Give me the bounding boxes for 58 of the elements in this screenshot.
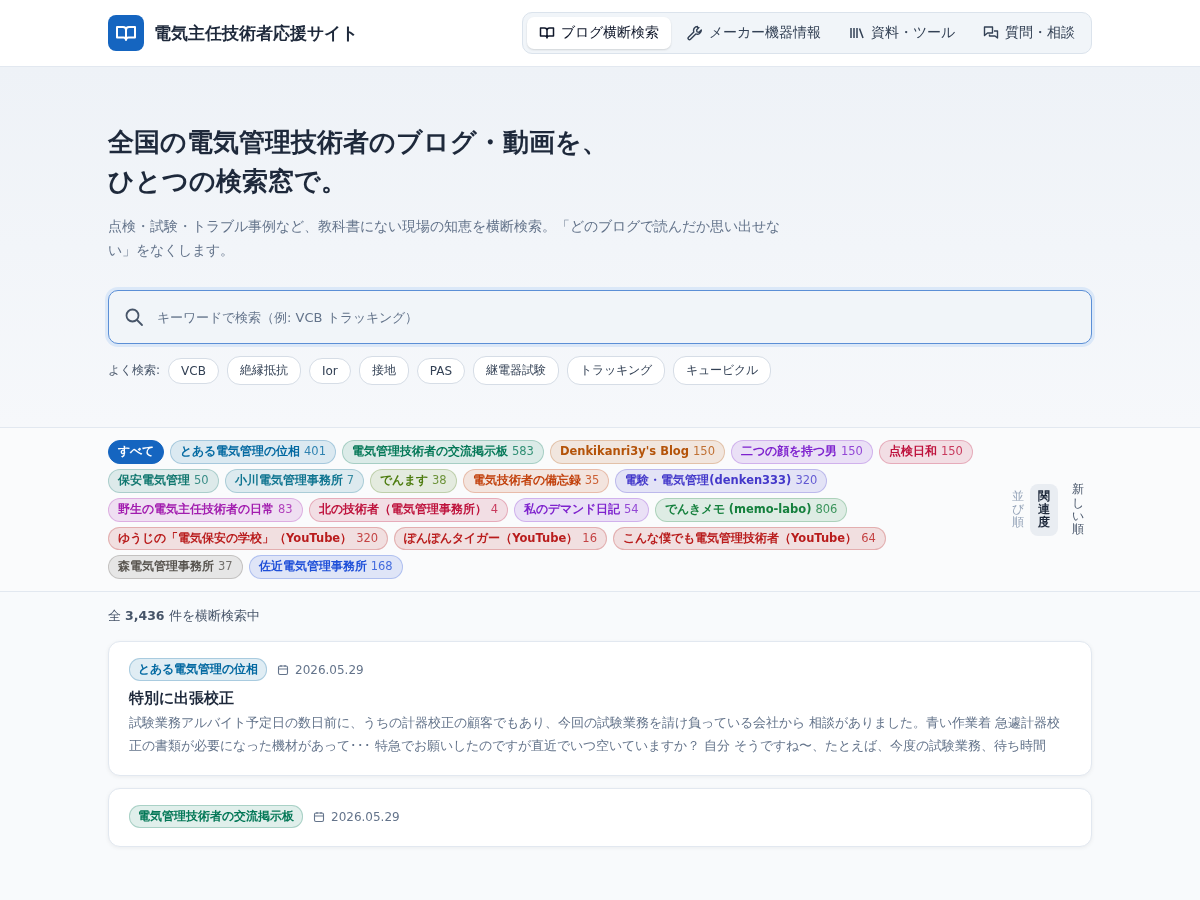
all-filter-chip[interactable]: すべて <box>108 440 164 465</box>
post-date: 2026.05.29 <box>295 662 364 677</box>
keyword-chip[interactable]: 絶縁抵抗 <box>226 356 301 386</box>
source-filter-chip[interactable]: 保安電気管理 50 <box>108 469 219 493</box>
calendar-icon <box>313 810 325 823</box>
nav-tab[interactable]: メーカー機器情報 <box>675 17 833 49</box>
keyword-chip[interactable]: PAS <box>416 357 465 384</box>
source-filter-chip[interactable]: 野生の電気主任技術者の日常 83 <box>108 497 303 522</box>
popular-label: よく検索: <box>108 362 161 380</box>
library-icon <box>849 25 865 41</box>
search-field[interactable]: キーワードで検索（例: VCB トラッキング） <box>108 290 1092 345</box>
keyword-chip[interactable]: 継電器試験 <box>473 356 559 386</box>
headline: 全国の電気管理技術者のブログ・動画を、 <box>108 126 608 159</box>
source-tag: 電気管理技術者の交流掲示板 <box>129 805 303 829</box>
keyword-chip[interactable]: Ior <box>308 357 351 384</box>
book-logo-icon <box>108 15 144 51</box>
post-date: 2026.05.29 <box>331 809 400 824</box>
nav-tab[interactable]: ブログ横断検索 <box>527 17 671 49</box>
source-filter-chip[interactable]: こんな僕でも電気管理技術者（YouTube） 64 <box>612 526 886 551</box>
source-filter-chip[interactable]: でんます 38 <box>370 469 457 493</box>
keyword-chip[interactable]: トラッキング <box>567 356 665 386</box>
search-icon <box>124 307 144 328</box>
site-title: 電気主任技術者応援サイト <box>154 21 358 45</box>
source-filter-chip[interactable]: 点検日和 150 <box>878 440 973 465</box>
nav-tab[interactable]: 質問・相談 <box>971 17 1087 49</box>
chat-icon <box>983 25 999 41</box>
source-filter-chip[interactable]: 電気技術者の備忘録 35 <box>462 469 610 493</box>
keyword-chip[interactable]: キュービクル <box>673 356 771 386</box>
source-filter-chip[interactable]: 森電気管理事務所 37 <box>108 555 243 580</box>
wrench-icon <box>687 25 703 41</box>
calendar-icon <box>277 663 289 676</box>
source-filter-chip[interactable]: 私のデマンド日記 54 <box>514 497 649 522</box>
headline: ひとつの検索窓で。 <box>108 165 347 198</box>
source-filter-chip[interactable]: 電験・電気管理(denken333) 320 <box>615 469 828 493</box>
source-filter-chip[interactable]: 佐近電気管理事務所 168 <box>248 555 403 580</box>
source-filter-chip[interactable]: 小川電気管理事務所 7 <box>224 469 364 493</box>
lead-text: 点検・試験・トラブル事例など、教科書にない現場の知恵を横断検索。「どのブログで読んだか思い出せない」をなくします。 <box>108 217 781 260</box>
source-filter-chip[interactable]: 北の技術者（電気管理事務所） 4 <box>308 497 508 522</box>
keyword-chip[interactable]: VCB <box>168 357 219 384</box>
source-filter-chip[interactable]: とある電気管理の位相 401 <box>170 440 336 465</box>
source-filter-chip[interactable]: Denkikanri3y's Blog 150 <box>549 440 725 465</box>
keyword-chip[interactable]: 接地 <box>358 356 409 386</box>
source-tag: とある電気管理の位相 <box>129 658 267 682</box>
post-excerpt: 試験業務アルバイト予定日の数日前に、うちの計器校正の顧客でもあり、今回の試験業務を請け負っている会社から 相談がありました。青い作業着 急遽計器校正の書類が必要になった機材があって･･･ 特急でお願いしたのですが直近でいつ空いていますか？ 自分 そうですね〜、たとえば、今度の試験業務、待ち時間 <box>129 714 1061 755</box>
source-filter-chip[interactable]: ゆうじの「電気保安の学校」（YouTube） 320 <box>108 526 389 551</box>
sort-option[interactable]: 関連度 <box>1030 483 1058 536</box>
source-filter-chip[interactable]: 二つの顔を持つ男 150 <box>730 440 873 465</box>
post-title[interactable]: 特別に出張校正 <box>129 689 1071 709</box>
nav-tab[interactable]: 資料・ツール <box>837 17 967 49</box>
result-count: 全 3,436 件を横断検索中 <box>108 608 261 626</box>
source-filter-chip[interactable]: 電気管理技術者の交流掲示板 583 <box>341 440 544 465</box>
source-filter-chip[interactable]: でんきメモ (memo-labo) 806 <box>654 497 848 522</box>
book-icon <box>539 25 555 41</box>
sort-label: 並び順 <box>1012 489 1024 530</box>
result-card[interactable]: 電気管理技術者の交流掲示板 2026.05.29 <box>108 788 1092 848</box>
result-card[interactable]: とある電気管理の位相 2026.05.29 特別に出張校正 試験業務アルバイト予定日の数日前に、うちの計器校正の顧客でもあり、今回の試験業務を請け負っている会社から 相談がありました。青い作業着 急遽計器校正の書類が必要になった機材があって･･･ 特急でお願いしたのですが直近でいつ空いていますか？ 自分 そうですね〜、たとえば、今度の試験業務、待ち時間 <box>108 641 1092 777</box>
source-filter-chip[interactable]: ぽんぽんタイガー（YouTube） 16 <box>394 526 607 551</box>
sort-option[interactable]: 新しい順 <box>1064 477 1092 543</box>
